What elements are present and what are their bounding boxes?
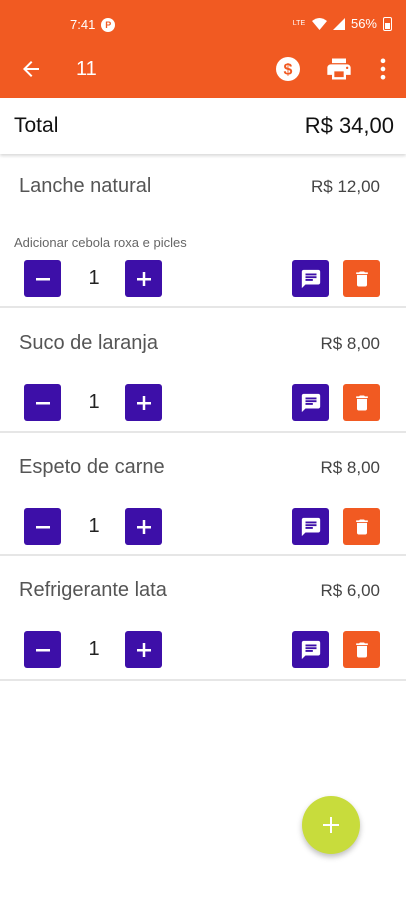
comment-icon bbox=[301, 640, 320, 659]
add-icon bbox=[323, 817, 339, 833]
comment-icon bbox=[301, 269, 320, 288]
status-bar: 7:41 P LTE 56% bbox=[0, 0, 406, 40]
item-price: R$ 8,00 bbox=[320, 458, 380, 477]
decrease-button[interactable] bbox=[24, 631, 61, 668]
item-price: R$ 12,00 bbox=[311, 177, 380, 196]
trash-icon bbox=[355, 271, 368, 286]
total-bar: Total R$ 34,00 bbox=[0, 98, 406, 154]
item-name: Lanche natural bbox=[19, 175, 152, 197]
item-name: Suco de laranja bbox=[19, 332, 158, 354]
increase-button[interactable] bbox=[125, 384, 162, 421]
signal-icon bbox=[332, 17, 345, 30]
svg-text:$: $ bbox=[284, 62, 293, 79]
list-item: Refrigerante lata R$ 6,00 1 bbox=[0, 558, 406, 681]
battery-percent: 56% bbox=[350, 16, 377, 31]
decrease-button[interactable] bbox=[24, 384, 61, 421]
increase-button[interactable] bbox=[125, 631, 162, 668]
trash-icon bbox=[355, 642, 368, 657]
quantity-value: 1 bbox=[88, 391, 100, 413]
trash-icon bbox=[355, 395, 368, 410]
item-price: R$ 6,00 bbox=[320, 581, 380, 600]
quantity-value: 1 bbox=[88, 638, 100, 660]
item-controls: 1 bbox=[0, 260, 406, 298]
print-icon[interactable] bbox=[325, 55, 353, 83]
more-vert-icon[interactable] bbox=[369, 55, 397, 83]
notification-icon: P bbox=[101, 17, 116, 32]
minus-icon bbox=[35, 648, 50, 651]
app-bar: 11 $ bbox=[0, 40, 406, 98]
list-item: Lanche natural R$ 12,00 Adicionar cebola… bbox=[0, 156, 406, 308]
delete-button[interactable] bbox=[343, 260, 380, 297]
page-title: 11 bbox=[76, 58, 97, 80]
money-icon[interactable]: $ bbox=[274, 55, 302, 83]
decrease-button[interactable] bbox=[24, 508, 61, 545]
item-name: Espeto de carne bbox=[19, 456, 165, 478]
add-item-button[interactable] bbox=[302, 796, 360, 854]
quantity-value: 1 bbox=[88, 515, 100, 537]
item-controls: 1 bbox=[0, 508, 406, 546]
minus-icon bbox=[35, 401, 50, 404]
battery-icon bbox=[383, 16, 392, 31]
quantity-value: 1 bbox=[88, 267, 100, 289]
increase-button[interactable] bbox=[125, 508, 162, 545]
item-price: R$ 8,00 bbox=[320, 334, 380, 353]
wifi-icon bbox=[311, 17, 327, 30]
decrease-button[interactable] bbox=[24, 260, 61, 297]
item-note: Adicionar cebola roxa e picles bbox=[14, 235, 187, 250]
delete-button[interactable] bbox=[343, 384, 380, 421]
comment-icon bbox=[301, 393, 320, 412]
item-name: Refrigerante lata bbox=[19, 579, 167, 601]
delete-button[interactable] bbox=[343, 508, 380, 545]
comment-button[interactable] bbox=[292, 384, 329, 421]
plus-icon bbox=[136, 519, 151, 534]
comment-button[interactable] bbox=[292, 508, 329, 545]
delete-button[interactable] bbox=[343, 631, 380, 668]
arrow-back-icon[interactable] bbox=[18, 57, 44, 81]
comment-button[interactable] bbox=[292, 260, 329, 297]
total-value: R$ 34,00 bbox=[304, 113, 394, 138]
minus-icon bbox=[35, 277, 50, 280]
plus-icon bbox=[136, 642, 151, 657]
plus-icon bbox=[136, 395, 151, 410]
lte-indicator: LTE bbox=[292, 20, 306, 27]
plus-icon bbox=[136, 271, 151, 286]
comment-button[interactable] bbox=[292, 631, 329, 668]
total-label: Total bbox=[14, 114, 59, 137]
item-controls: 1 bbox=[0, 384, 406, 422]
status-time: 7:41 bbox=[70, 17, 96, 32]
list-item: Suco de laranja R$ 8,00 1 bbox=[0, 310, 406, 433]
trash-icon bbox=[355, 519, 368, 534]
minus-icon bbox=[35, 525, 50, 528]
list-item: Espeto de carne R$ 8,00 1 bbox=[0, 435, 406, 556]
increase-button[interactable] bbox=[125, 260, 162, 297]
comment-icon bbox=[301, 517, 320, 536]
item-controls: 1 bbox=[0, 631, 406, 669]
